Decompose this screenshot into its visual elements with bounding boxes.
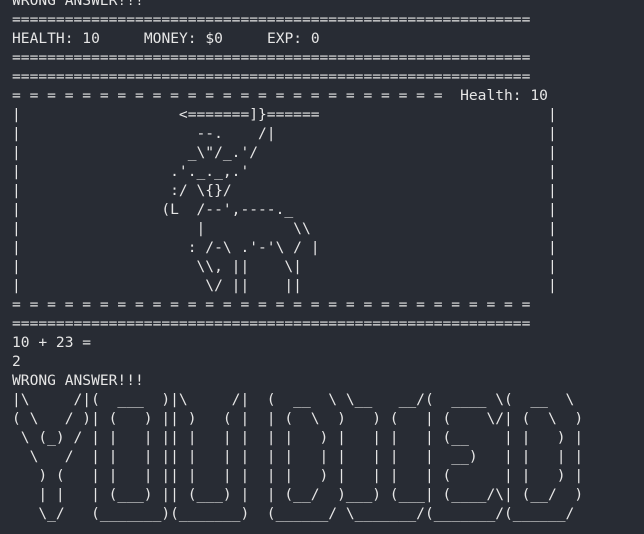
previous-message: WRONG ANSWER!!! [12,0,144,9]
money-status: MONEY: $0 [143,30,223,47]
scene-top-border: = = = = = = = = = = = = = = = = = = = = … [12,87,548,104]
exp-status: EXP: 0 [266,30,320,47]
scene-bottom-border: = = = = = = = = = = = = = = = = = = = = … [12,296,531,313]
you-died-banner: |\ /|( ___ )|\ /| ( __ \ \__ __/( ____ \… [12,391,584,522]
terminal-output: WRONG ANSWER!!! ========================… [12,0,644,523]
status-bar: HEALTH: 10 MONEY: $0 EXP: 0 [12,29,644,48]
divider: ========================================… [12,68,531,85]
divider: ========================================… [12,11,531,28]
result-message: WRONG ANSWER!!! [12,372,144,389]
divider: ========================================… [12,49,531,66]
divider: ========================================… [12,315,531,332]
monster-ascii-art: | <=======]}====== | | --. /| | | _\"/_.… [12,106,557,294]
user-answer: 2 [12,353,21,370]
health-status: HEALTH: 10 [12,30,100,47]
math-question: 10 + 23 = [12,334,92,351]
